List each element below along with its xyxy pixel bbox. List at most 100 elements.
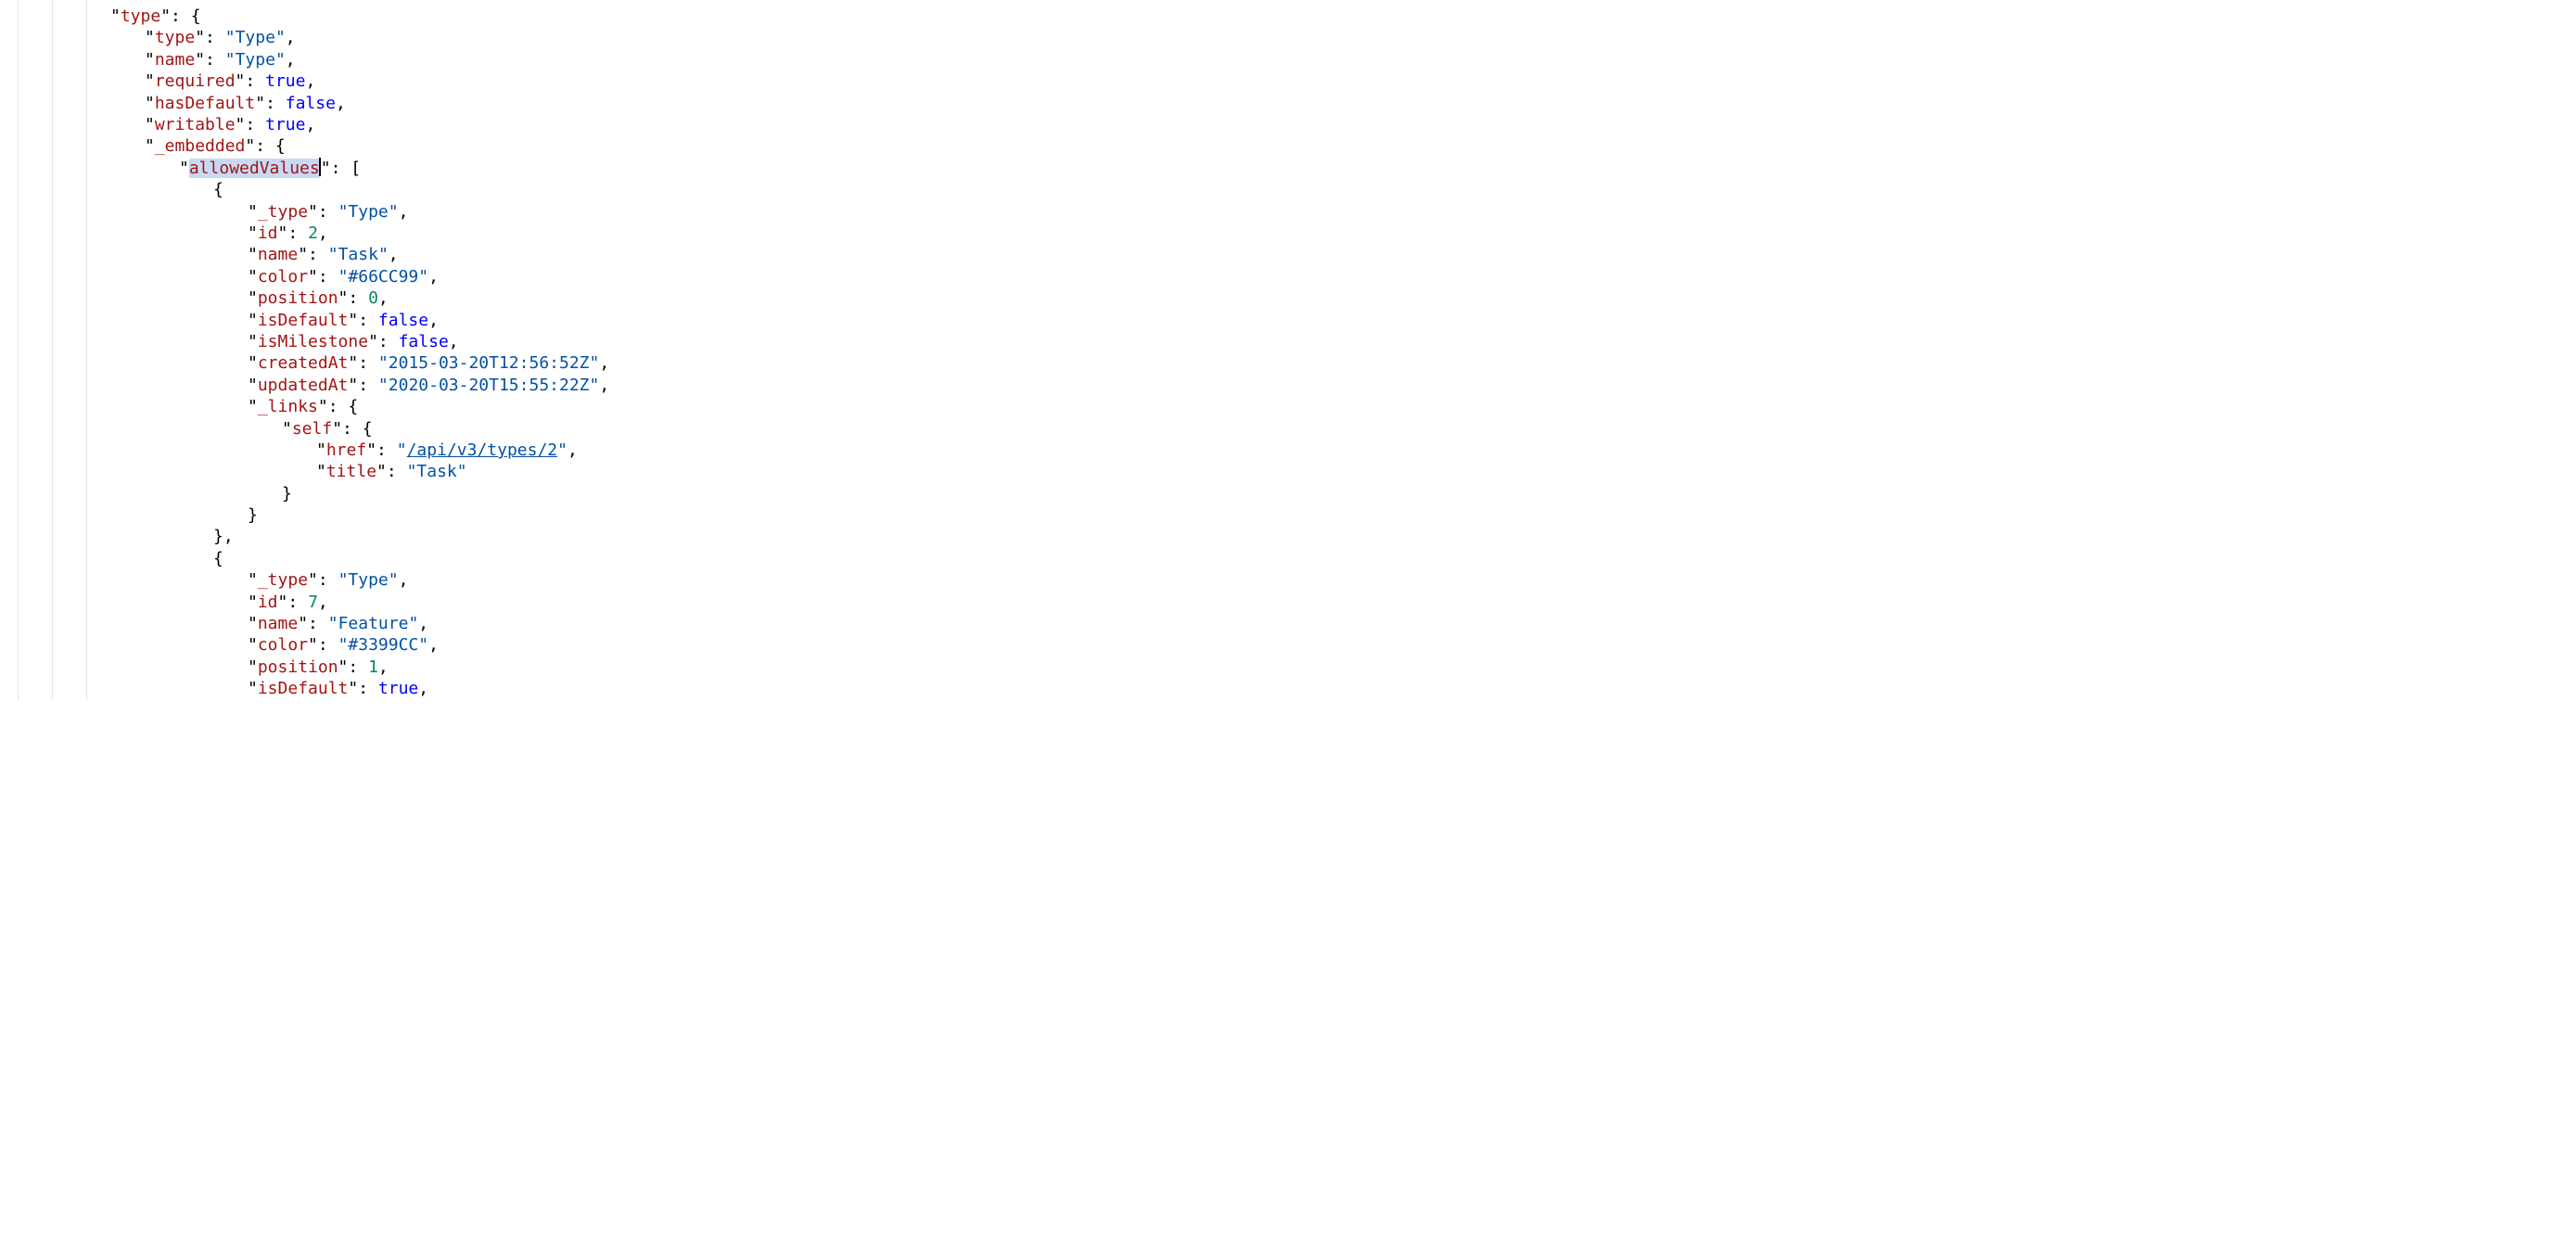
- quote: ": [145, 115, 155, 134]
- code-line[interactable]: "_type": "Type",: [7, 569, 2576, 591]
- json-key: isMilestone: [258, 332, 368, 351]
- quote: ": [248, 332, 258, 351]
- code-line[interactable]: "isMilestone": false,: [7, 331, 2576, 352]
- code-line[interactable]: },: [7, 526, 2576, 547]
- punctuation: ,: [286, 50, 296, 70]
- code-line[interactable]: "type": {: [7, 6, 2576, 27]
- quote: ": [248, 657, 258, 677]
- code-line[interactable]: "_links": {: [7, 396, 2576, 417]
- json-number: 7: [308, 593, 318, 612]
- code-line[interactable]: }: [7, 504, 2576, 526]
- quote: ": [318, 397, 328, 416]
- quote: ": [316, 440, 326, 460]
- code-line[interactable]: "self": {: [7, 418, 2576, 440]
- quote: ": [590, 376, 600, 395]
- quote: ": [145, 71, 155, 91]
- json-key: createdAt: [258, 353, 349, 373]
- quote: ": [308, 570, 318, 590]
- code-content[interactable]: "type": {"type": "Type","name": "Type","…: [7, 6, 2576, 700]
- code-line[interactable]: "type": "Type",: [7, 27, 2576, 48]
- code-line[interactable]: "updatedAt": "2020-03-20T15:55:22Z",: [7, 375, 2576, 396]
- code-line[interactable]: }: [7, 483, 2576, 504]
- punctuation: {: [213, 180, 223, 199]
- json-string: #66CC99: [348, 267, 418, 287]
- punctuation: {: [213, 549, 223, 568]
- code-line[interactable]: "createdAt": "2015-03-20T12:56:52Z",: [7, 352, 2576, 374]
- quote: ": [248, 311, 258, 330]
- punctuation: ,: [305, 71, 315, 91]
- code-line[interactable]: "color": "#3399CC",: [7, 634, 2576, 656]
- quote: ": [236, 71, 246, 91]
- json-string: Type: [348, 570, 388, 590]
- quote: ": [248, 679, 258, 698]
- code-line[interactable]: "name": "Type",: [7, 49, 2576, 70]
- punctuation: ,: [599, 376, 609, 395]
- quote: ": [145, 28, 155, 47]
- quote: ": [282, 419, 292, 439]
- punctuation: :: [387, 462, 407, 481]
- code-line[interactable]: "name": "Task",: [7, 244, 2576, 265]
- punctuation: :: [318, 267, 338, 287]
- code-line[interactable]: "hasDefault": false,: [7, 93, 2576, 114]
- punctuation: : {: [342, 419, 373, 439]
- quote: ": [316, 462, 326, 481]
- code-line[interactable]: "position": 0,: [7, 287, 2576, 309]
- json-key: id: [258, 223, 278, 243]
- json-code-viewer[interactable]: "type": {"type": "Type","name": "Type","…: [0, 0, 2576, 700]
- code-line[interactable]: "isDefault": true,: [7, 678, 2576, 699]
- code-line[interactable]: "_embedded": {: [7, 135, 2576, 157]
- json-boolean: true: [265, 71, 305, 91]
- quote: ": [195, 50, 205, 70]
- json-key: _type: [258, 202, 308, 222]
- code-line[interactable]: "_type": "Type",: [7, 201, 2576, 223]
- quote: ": [348, 311, 358, 330]
- punctuation: :: [348, 288, 368, 308]
- code-line[interactable]: "title": "Task": [7, 461, 2576, 482]
- code-line[interactable]: "id": 2,: [7, 223, 2576, 244]
- punctuation: :: [265, 94, 286, 113]
- json-key: hasDefault: [155, 94, 255, 113]
- punctuation: ,: [399, 570, 409, 590]
- punctuation: :: [245, 71, 265, 91]
- code-line[interactable]: "writable": true,: [7, 114, 2576, 135]
- code-line[interactable]: "href": "/api/v3/types/2",: [7, 440, 2576, 461]
- quote: ": [179, 159, 189, 178]
- json-boolean: false: [399, 332, 449, 351]
- json-string: Type: [236, 50, 275, 70]
- quote: ": [245, 136, 255, 156]
- json-link[interactable]: /api/v3/types/2: [407, 440, 558, 460]
- code-line[interactable]: "id": 7,: [7, 592, 2576, 613]
- code-line[interactable]: "name": "Feature",: [7, 613, 2576, 634]
- code-line[interactable]: "isDefault": false,: [7, 310, 2576, 331]
- quote: ": [348, 376, 358, 395]
- quote: ": [248, 376, 258, 395]
- quote: ": [348, 353, 358, 373]
- json-number: 0: [368, 288, 378, 308]
- quote: ": [328, 614, 338, 633]
- punctuation: ,: [286, 28, 296, 47]
- json-string: Type: [348, 202, 388, 222]
- punctuation: : {: [171, 6, 201, 26]
- json-key: position: [258, 288, 338, 308]
- quote: ": [145, 50, 155, 70]
- punctuation: ,: [336, 94, 346, 113]
- punctuation: :: [287, 593, 308, 612]
- quote: ": [389, 202, 399, 222]
- code-line[interactable]: {: [7, 548, 2576, 569]
- quote: ": [457, 462, 467, 481]
- quote: ": [378, 376, 389, 395]
- quote: ": [376, 462, 387, 481]
- code-line[interactable]: "required": true,: [7, 70, 2576, 92]
- code-line[interactable]: "color": "#66CC99",: [7, 266, 2576, 287]
- json-key: name: [258, 245, 298, 264]
- code-line[interactable]: "allowedValues": [: [7, 158, 2576, 179]
- punctuation: ,: [599, 353, 609, 373]
- json-key-selected[interactable]: allowedValues: [189, 159, 320, 178]
- code-line[interactable]: "position": 1,: [7, 657, 2576, 678]
- punctuation: }: [282, 484, 292, 504]
- quote: ": [338, 635, 349, 655]
- code-line[interactable]: {: [7, 179, 2576, 200]
- punctuation: :: [358, 353, 378, 373]
- json-key: color: [258, 635, 308, 655]
- quote: ": [338, 657, 349, 677]
